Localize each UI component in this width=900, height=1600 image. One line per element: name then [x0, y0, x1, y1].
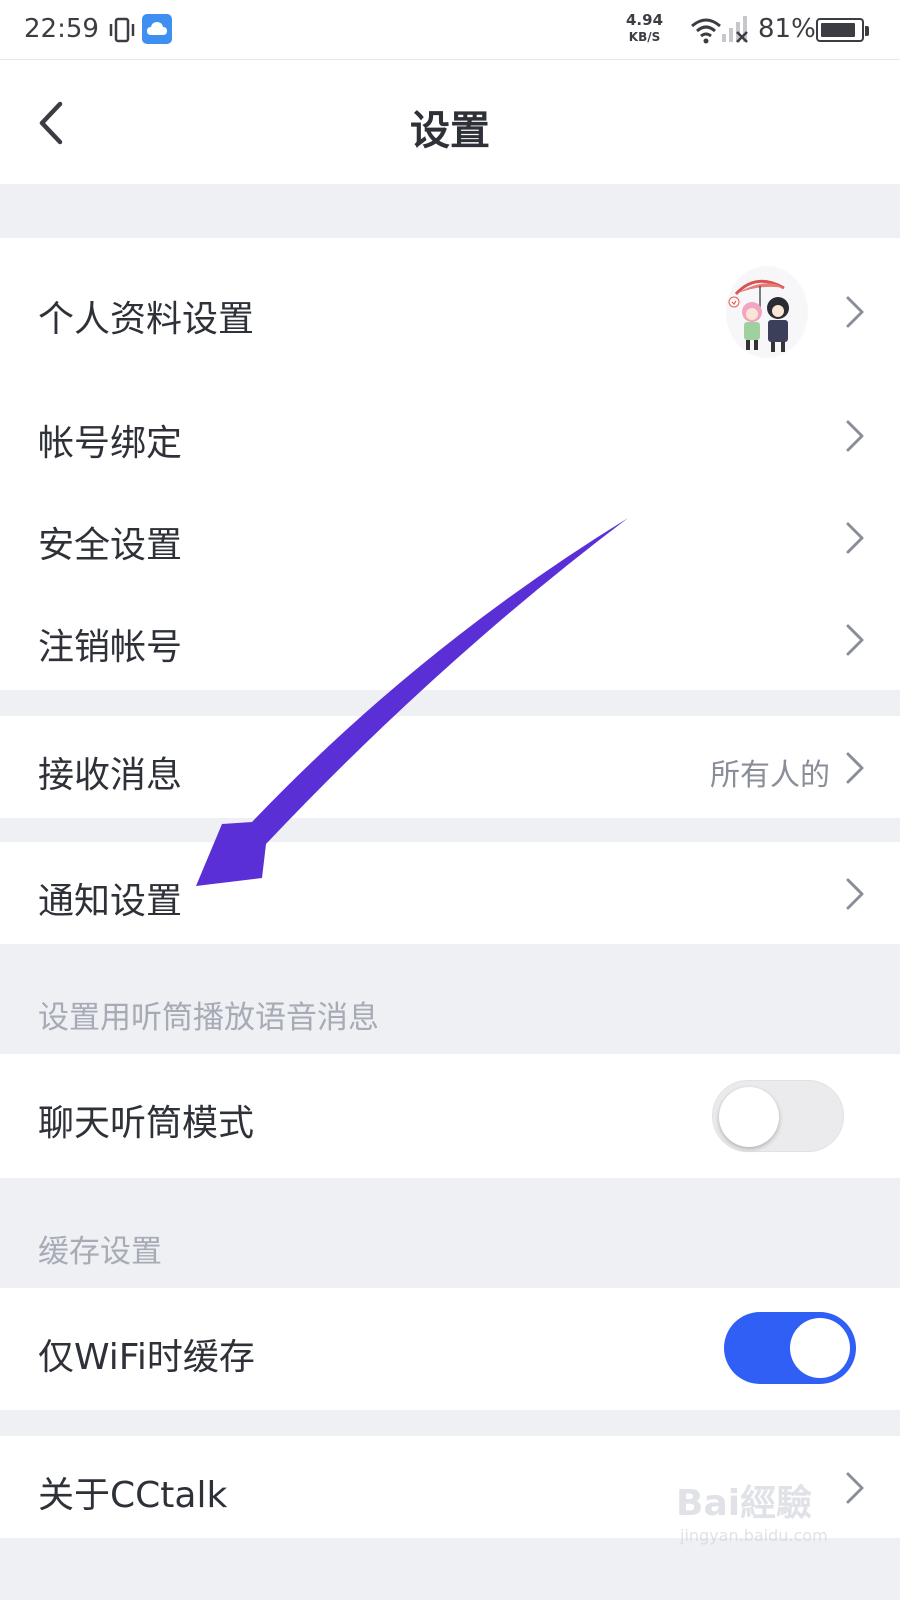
- wifi-cache-toggle[interactable]: [724, 1312, 856, 1384]
- status-time: 22:59: [24, 14, 99, 44]
- network-speed-unit: KB/S: [628, 30, 661, 44]
- receive-messages-row[interactable]: 接收消息 所有人的: [0, 716, 900, 818]
- cloud-icon: [142, 14, 172, 44]
- earpiece-mode-toggle[interactable]: [712, 1080, 844, 1152]
- profile-settings-label: 个人资料设置: [38, 299, 255, 340]
- wifi-cache-label: 仅WiFi时缓存: [38, 1337, 255, 1378]
- account-group: 个人资料设置 帐号绑定 安全设置 注销帐号: [0, 238, 900, 690]
- receive-messages-label: 接收消息: [38, 755, 183, 796]
- toggle-knob: [719, 1087, 779, 1147]
- receive-messages-value: 所有人的: [710, 758, 830, 793]
- deactivate-account-label: 注销帐号: [38, 627, 183, 668]
- nav-bar: 设置: [0, 60, 900, 184]
- chevron-right-icon: [846, 296, 864, 328]
- battery-icon: [816, 18, 869, 42]
- page-title: 设置: [410, 108, 490, 154]
- earpiece-section-label: 设置用听筒播放语音消息: [38, 1000, 379, 1036]
- signal-icon: [722, 16, 748, 43]
- network-speed: 4.94 KB/S: [626, 12, 663, 46]
- wifi-icon: [691, 18, 721, 44]
- network-speed-value: 4.94: [626, 11, 664, 29]
- battery-percent: 81%: [758, 14, 816, 44]
- deactivate-account-row[interactable]: 注销帐号: [0, 588, 900, 690]
- profile-settings-row[interactable]: 个人资料设置: [0, 238, 900, 386]
- account-binding-row[interactable]: 帐号绑定: [0, 386, 900, 486]
- chevron-right-icon: [846, 878, 864, 910]
- earpiece-mode-row: 聊天听筒模式: [0, 1054, 900, 1178]
- wifi-cache-row: 仅WiFi时缓存: [0, 1288, 900, 1410]
- notification-settings-row[interactable]: 通知设置: [0, 842, 900, 944]
- vibrate-icon: [109, 17, 135, 43]
- security-settings-row[interactable]: 安全设置: [0, 486, 900, 588]
- security-settings-label: 安全设置: [38, 525, 183, 566]
- cache-section-label: 缓存设置: [38, 1234, 162, 1270]
- watermark-url: jingyan.baidu.com: [680, 1526, 828, 1545]
- notification-settings-label: 通知设置: [38, 881, 183, 922]
- watermark: Bai經驗 jingyan.baidu.com: [676, 1466, 876, 1556]
- chevron-right-icon: [846, 522, 864, 554]
- chevron-right-icon: [846, 752, 864, 784]
- earpiece-mode-label: 聊天听筒模式: [38, 1103, 255, 1144]
- chevron-right-icon: [846, 420, 864, 452]
- chevron-right-icon: [846, 624, 864, 656]
- watermark-brand: Bai經驗: [676, 1483, 813, 1524]
- status-bar: 22:59 4.94 KB/S 81%: [0, 0, 900, 60]
- toggle-knob: [790, 1318, 850, 1378]
- account-binding-label: 帐号绑定: [38, 423, 183, 464]
- avatar: [726, 266, 808, 358]
- about-label: 关于CCtalk: [38, 1475, 228, 1516]
